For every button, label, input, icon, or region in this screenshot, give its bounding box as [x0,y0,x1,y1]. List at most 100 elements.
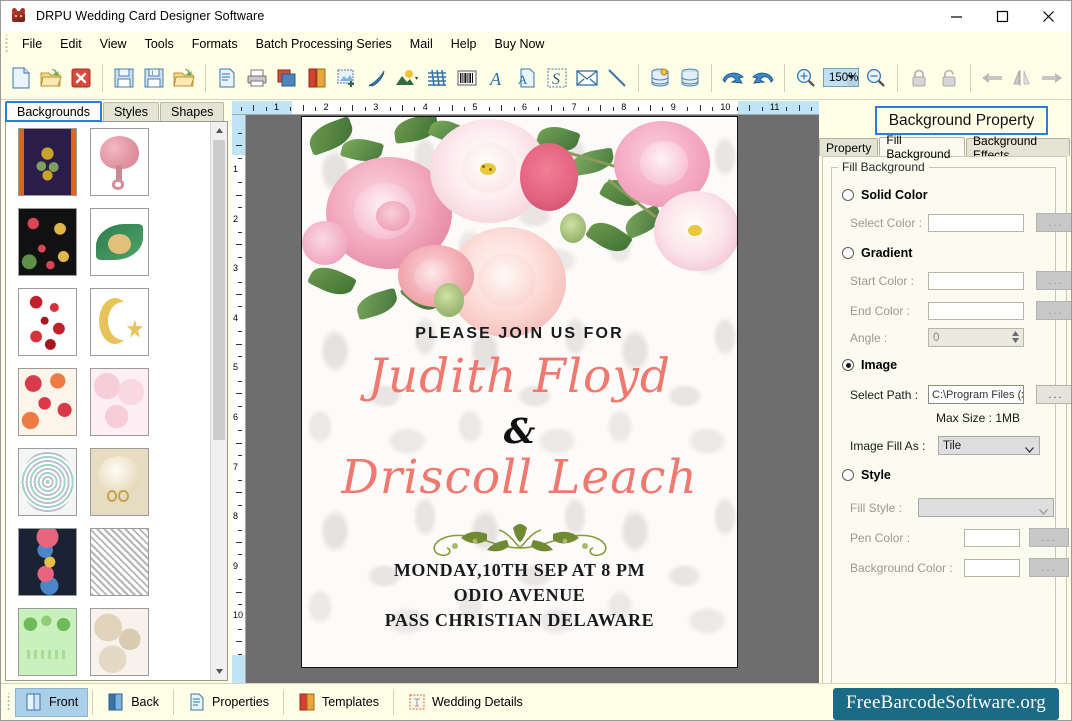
insert-image-icon[interactable] [332,62,362,94]
statusbar-item-wedding-details[interactable]: Wedding Details [398,688,533,717]
barcode-icon[interactable] [452,62,482,94]
maximize-button[interactable] [979,1,1025,32]
backgrounds-scrollbar[interactable] [210,122,227,680]
text-icon[interactable]: A [482,62,512,94]
card-bride-name[interactable]: Judith Floyd [302,349,737,404]
wedding-card-design[interactable]: PLEASE JOIN US FOR Judith Floyd & Drisco… [301,116,738,668]
signature-icon[interactable]: S [542,62,572,94]
list-item[interactable] [90,368,149,436]
save-as-icon[interactable]: I [139,62,169,94]
card-icon[interactable] [302,62,332,94]
database-icon[interactable] [675,62,705,94]
chevron-down-icon[interactable] [1039,504,1048,518]
pen-color-browse-button[interactable]: ... [1029,528,1069,547]
fill-style-combobox[interactable] [918,498,1054,517]
angle-spin-buttons[interactable] [1008,330,1022,345]
close-document-icon[interactable] [66,62,96,94]
lock-icon[interactable] [904,62,934,94]
list-item[interactable] [90,448,149,516]
tab-backgrounds[interactable]: Backgrounds [5,101,102,122]
statusbar-item-back[interactable]: Back [97,688,169,717]
picture-tool-icon[interactable] [392,62,422,94]
gradient-option[interactable]: Gradient [842,246,912,260]
list-item[interactable] [18,448,77,516]
statusbar-grip-icon[interactable] [5,693,12,711]
menu-file[interactable]: File [13,34,51,54]
list-item[interactable] [90,608,149,676]
list-item[interactable] [18,368,77,436]
design-canvas-area[interactable]: 1 2 3 4 5 6 7 8 9 10 11 1 2 3 4 5 6 7 8 9 10 [232,101,819,683]
angle-spin-down-icon[interactable] [1008,337,1022,344]
solid-color-radio[interactable] [842,189,854,201]
redo-icon[interactable] [748,62,778,94]
end-color-field[interactable] [928,301,1024,320]
align-left-icon[interactable] [977,62,1007,94]
line-tool-icon[interactable] [602,62,632,94]
tab-styles[interactable]: Styles [102,102,160,121]
start-color-field[interactable] [928,271,1024,290]
menu-batch-processing-series[interactable]: Batch Processing Series [247,34,401,54]
flip-horizontal-icon[interactable] [1007,62,1037,94]
export-icon[interactable] [169,62,199,94]
start-color-browse-button[interactable]: ... [1036,271,1071,290]
align-top-icon[interactable] [1067,62,1071,94]
statusbar-item-front[interactable]: Front [15,687,89,717]
new-document-icon[interactable] [6,62,36,94]
align-right-icon[interactable] [1037,62,1067,94]
pen-color-field[interactable] [964,528,1020,547]
background-color-browse-button[interactable]: ... [1029,558,1069,577]
end-color-browse-button[interactable]: ... [1036,301,1071,320]
open-folder-icon[interactable] [36,62,66,94]
text-box-icon[interactable]: A [512,62,542,94]
gradient-radio[interactable] [842,247,854,259]
list-item[interactable] [18,528,77,596]
style-radio[interactable] [842,469,854,481]
page-setup-icon[interactable] [212,62,242,94]
print-icon[interactable] [242,62,272,94]
tab-property[interactable]: Property [819,138,879,156]
style-option[interactable]: Style [842,468,891,482]
select-color-browse-button[interactable]: ... [1036,213,1071,232]
list-item[interactable] [18,288,77,356]
unlock-icon[interactable] [934,62,964,94]
zoom-out-icon[interactable] [861,62,891,94]
menu-formats[interactable]: Formats [183,34,247,54]
card-groom-name[interactable]: Driscoll Leach [302,450,737,505]
menu-grip-icon[interactable] [3,35,10,53]
list-item[interactable] [18,608,77,676]
statusbar-item-templates[interactable]: Templates [288,688,389,717]
angle-stepper[interactable]: 0 [928,328,1024,347]
list-item[interactable] [90,528,149,596]
menu-edit[interactable]: Edit [51,34,91,54]
close-button[interactable] [1025,1,1071,32]
background-color-field[interactable] [964,558,1020,577]
tab-fill-background[interactable]: Fill Background [879,133,966,161]
list-item[interactable] [90,128,149,196]
list-item[interactable] [18,208,77,276]
tab-shapes[interactable]: Shapes [160,102,225,121]
chevron-up-icon[interactable] [211,122,227,139]
solid-color-option[interactable]: Solid Color [842,188,928,202]
menu-buy-now[interactable]: Buy Now [485,34,553,54]
undo-icon[interactable] [718,62,748,94]
zoom-in-icon[interactable] [791,62,821,94]
canvas-scroll-area[interactable]: PLEASE JOIN US FOR Judith Floyd & Drisco… [246,115,819,683]
envelope-icon[interactable] [572,62,602,94]
scrollbar-thumb[interactable] [213,140,225,440]
list-item[interactable] [90,208,149,276]
image-fill-as-combobox[interactable]: Tile [938,436,1040,455]
minimize-button[interactable] [933,1,979,32]
chevron-down-icon[interactable] [211,663,227,680]
menu-help[interactable]: Help [442,34,486,54]
menu-tools[interactable]: Tools [136,34,183,54]
select-color-field[interactable] [928,213,1024,232]
list-item[interactable] [90,288,149,356]
pen-tool-icon[interactable] [362,62,392,94]
statusbar-item-properties[interactable]: Properties [178,688,279,717]
menu-view[interactable]: View [91,34,136,54]
watermark-icon[interactable] [422,62,452,94]
image-option[interactable]: Image [842,358,897,372]
copies-icon[interactable] [272,62,302,94]
list-item[interactable] [18,128,77,196]
select-path-browse-button[interactable]: ... [1036,385,1071,404]
